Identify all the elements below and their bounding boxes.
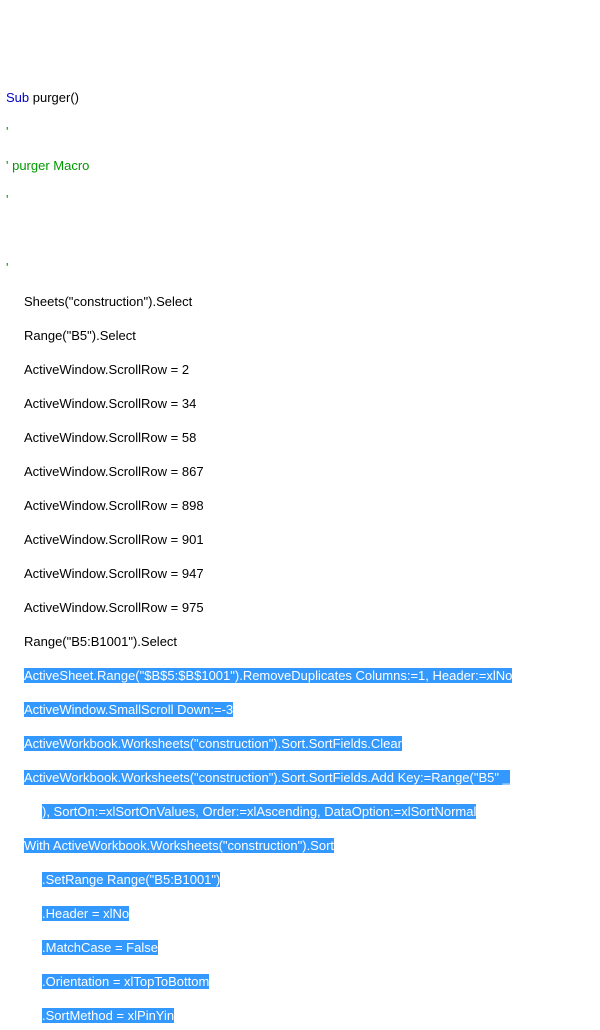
code-line-selected: ActiveWorkbook.Worksheets("construction"… (6, 735, 594, 752)
code-text: ActiveWindow.ScrollRow = 947 (24, 566, 204, 581)
code-text: Range("B5:B1001").Select (24, 634, 177, 649)
code-line-selected: ActiveWindow.SmallScroll Down:=-3 (6, 701, 594, 718)
code-line: ActiveWindow.ScrollRow = 975 (6, 599, 594, 616)
selected-text: ActiveSheet.Range("$B$5:$B$1001").Remove… (24, 668, 512, 683)
code-text: ActiveWindow.ScrollRow = 2 (24, 362, 189, 377)
code-line: Range("B5").Select (6, 327, 594, 344)
code-line: ActiveWindow.ScrollRow = 34 (6, 395, 594, 412)
selected-text: ActiveWorkbook.Worksheets("construction"… (24, 770, 510, 785)
code-line: ​' (6, 191, 594, 208)
code-text: ActiveWindow.ScrollRow = 898 (24, 498, 204, 513)
code-line-selected: .MatchCase = False (6, 939, 594, 956)
selected-text: .Header = xlNo (42, 906, 129, 921)
code-line-selected: .SetRange Range("B5:B1001") (6, 871, 594, 888)
comment-marker: ' (6, 192, 8, 207)
code-line: ​Sub purger() (6, 89, 594, 106)
code-text: ActiveWindow.ScrollRow = 34 (24, 396, 196, 411)
selected-text: ActiveWindow.SmallScroll Down:=-3 (24, 702, 233, 717)
code-line: Range("B5:B1001").Select (6, 633, 594, 650)
code-text: Range("B5").Select (24, 328, 136, 343)
comment-marker: ' (6, 124, 8, 139)
code-text: ActiveWindow.ScrollRow = 58 (24, 430, 196, 445)
code-editor[interactable]: ​Sub purger() ​' ​' purger Macro ​' ​ ​'… (6, 72, 594, 1030)
code-line: ​' purger Macro (6, 157, 594, 174)
code-line-selected: With ActiveWorkbook.Worksheets("construc… (6, 837, 594, 854)
code-text: ActiveWindow.ScrollRow = 975 (24, 600, 204, 615)
selected-text: .SortMethod = xlPinYin (42, 1008, 174, 1023)
code-text: ActiveWindow.ScrollRow = 901 (24, 532, 204, 547)
code-line: ​' (6, 259, 594, 276)
selected-text: .MatchCase = False (42, 940, 158, 955)
code-line-selected: ActiveWorkbook.Worksheets("construction"… (6, 769, 594, 786)
code-line-selected: ), SortOn:=xlSortOnValues, Order:=xlAsce… (6, 803, 594, 820)
code-line: ActiveWindow.ScrollRow = 898 (6, 497, 594, 514)
code-line-selected: ActiveSheet.Range("$B$5:$B$1001").Remove… (6, 667, 594, 684)
code-line: ActiveWindow.ScrollRow = 867 (6, 463, 594, 480)
code-line-selected: .Header = xlNo (6, 905, 594, 922)
code-line: ​ (6, 225, 594, 242)
code-line: Sheets("construction").Select (6, 293, 594, 310)
comment-marker: ' (6, 260, 8, 275)
keyword-sub: Sub (6, 90, 29, 105)
code-line-selected: .Orientation = xlTopToBottom (6, 973, 594, 990)
selected-text: ActiveWorkbook.Worksheets("construction"… (24, 736, 402, 751)
code-text: ActiveWindow.ScrollRow = 867 (24, 464, 204, 479)
code-line: ​' (6, 123, 594, 140)
code-line: ActiveWindow.ScrollRow = 947 (6, 565, 594, 582)
sub-name: purger() (29, 90, 79, 105)
selected-text: .Orientation = xlTopToBottom (42, 974, 209, 989)
code-line: ActiveWindow.ScrollRow = 2 (6, 361, 594, 378)
code-line-selected: .SortMethod = xlPinYin (6, 1007, 594, 1024)
selected-text: With ActiveWorkbook.Worksheets("construc… (24, 838, 334, 853)
code-line: ActiveWindow.ScrollRow = 901 (6, 531, 594, 548)
selected-text: .SetRange Range("B5:B1001") (42, 872, 220, 887)
code-line: ActiveWindow.ScrollRow = 58 (6, 429, 594, 446)
selected-text: ), SortOn:=xlSortOnValues, Order:=xlAsce… (42, 804, 476, 819)
code-text: Sheets("construction").Select (24, 294, 192, 309)
comment-text: purger Macro (8, 158, 89, 173)
